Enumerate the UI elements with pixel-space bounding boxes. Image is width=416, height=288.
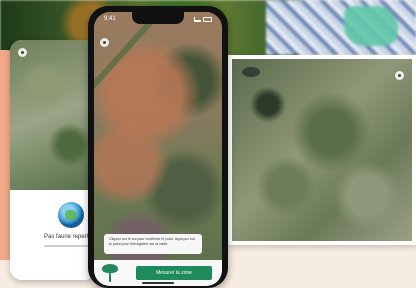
marketing-composition: Pas faune reperte 9:41 Cliquez sur le so… bbox=[0, 0, 416, 288]
location-icon[interactable] bbox=[18, 48, 27, 57]
measure-zone-button[interactable]: Mesurer la zone bbox=[136, 266, 212, 280]
water-feature bbox=[242, 67, 260, 77]
location-icon[interactable] bbox=[100, 38, 109, 47]
right-map-view bbox=[232, 59, 412, 241]
center-phone-mockup: 9:41 Cliquez sur le sol pour confirmer l… bbox=[88, 6, 228, 288]
right-screen-mockup bbox=[228, 55, 416, 245]
status-time: 9:41 bbox=[104, 16, 116, 22]
held-device bbox=[344, 6, 398, 46]
signal-icon bbox=[194, 16, 201, 22]
left-info-panel: Pas faune reperte bbox=[10, 190, 96, 280]
left-phone-mockup: Pas faune reperte bbox=[10, 40, 96, 280]
home-indicator bbox=[142, 282, 174, 284]
location-icon[interactable] bbox=[395, 71, 404, 80]
globe-icon bbox=[58, 202, 84, 228]
status-icons bbox=[194, 16, 212, 22]
center-screen: 9:41 Cliquez sur le sol pour confirmer l… bbox=[94, 12, 222, 286]
battery-icon bbox=[203, 16, 212, 22]
instruction-tooltip: Cliquez sur le sol pour confirmer le poi… bbox=[104, 234, 202, 254]
tree-icon bbox=[102, 264, 118, 282]
panel-title: Pas faune reperte bbox=[44, 234, 92, 240]
field-photo bbox=[266, 0, 416, 55]
left-map-view bbox=[10, 40, 96, 190]
panel-subtext bbox=[44, 245, 90, 247]
status-bar: 9:41 bbox=[104, 14, 212, 24]
